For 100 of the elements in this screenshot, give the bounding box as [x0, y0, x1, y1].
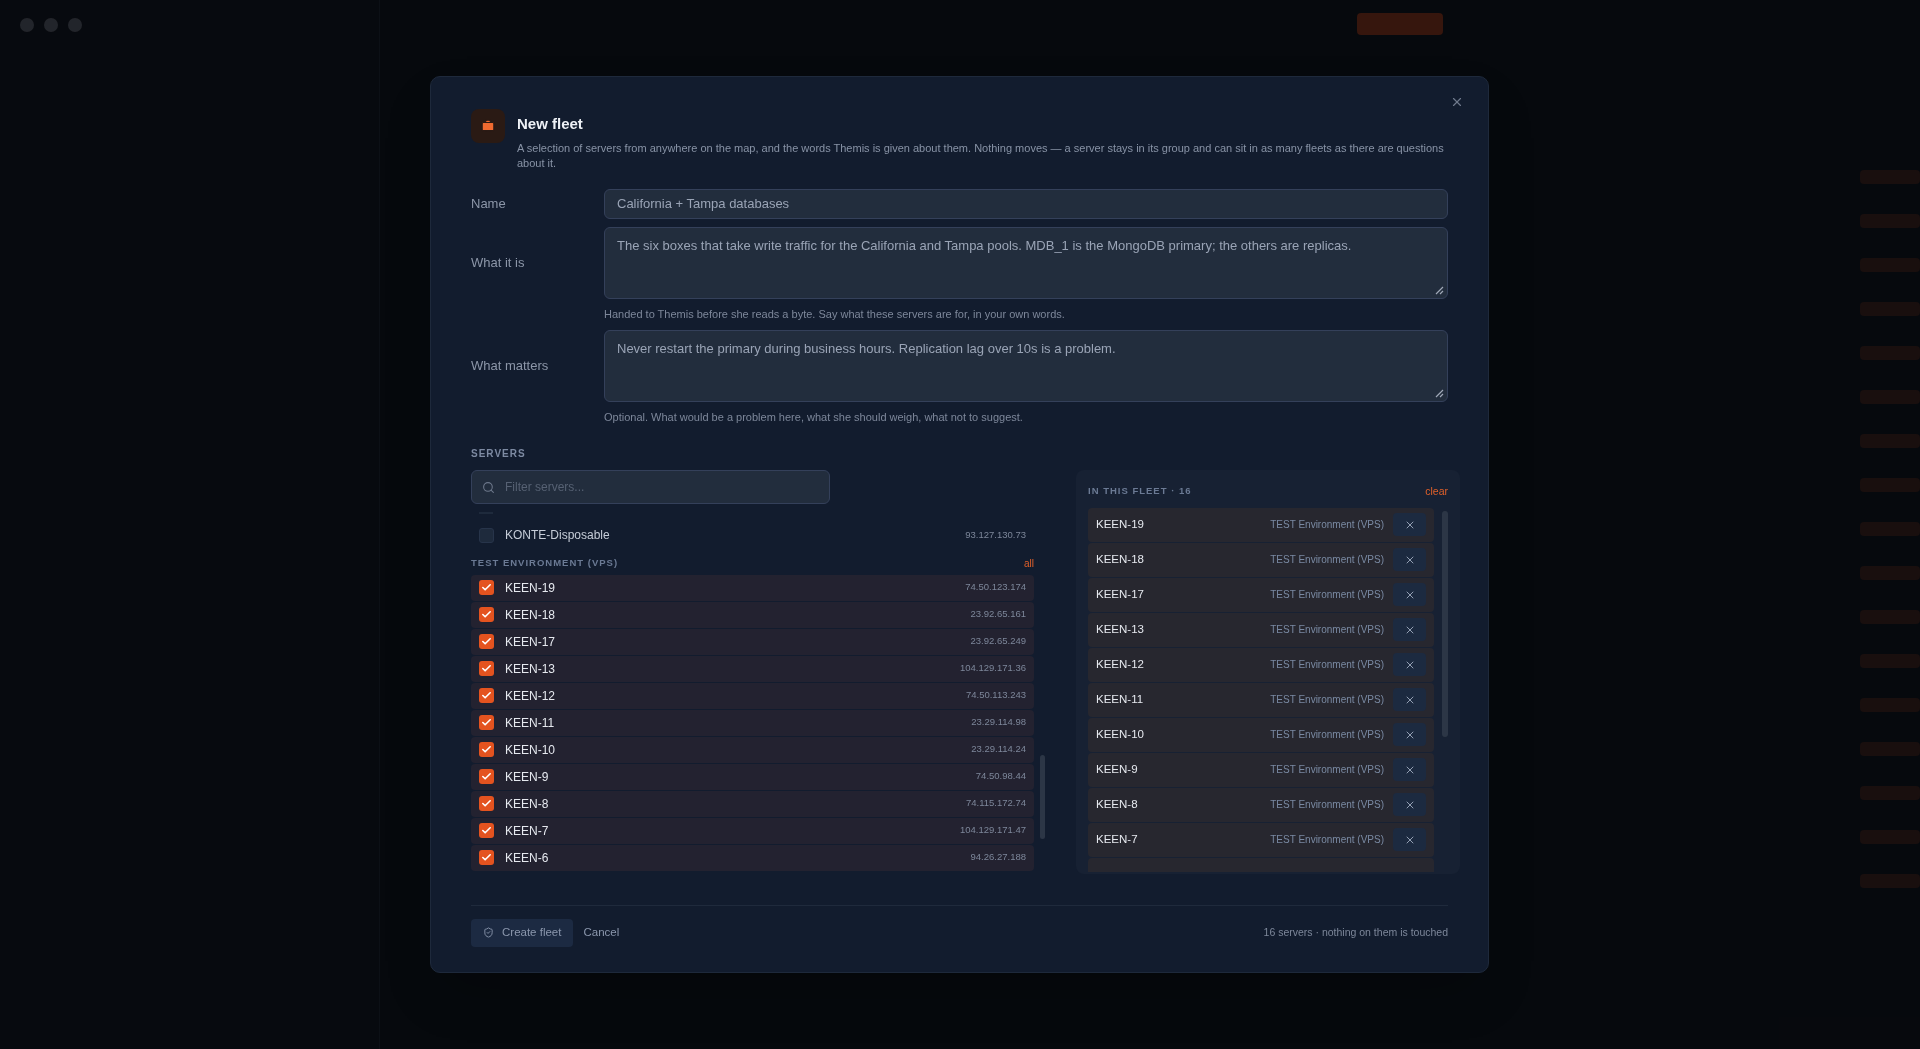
field-label: What matters — [471, 357, 550, 376]
server-row[interactable]: KEEN-7 104.129.171.47 — [471, 817, 1034, 844]
server-row[interactable]: KEEN-11 23.29.114.98 — [471, 709, 1034, 736]
server-row[interactable]: KEEN-10 23.29.114.24 — [471, 736, 1034, 763]
server-name: KEEN-19 — [1096, 516, 1145, 532]
server-name: KEEN-9 — [505, 768, 550, 786]
server-name: KEEN-12 — [505, 687, 557, 705]
server-name: KEEN-7 — [505, 822, 550, 840]
field-hint: Handed to Themis before she reads a byte. Say what these servers are for, in your own words. — [604, 306, 1066, 322]
server-name: KONTE-Disposable — [505, 527, 611, 544]
server-group: TEST Environment (VPS) — [1270, 587, 1384, 602]
server-group: TEST Environment (VPS) — [1270, 727, 1384, 742]
server-ip: 74.50.113.243 — [965, 688, 1026, 703]
server-group: TEST Environment (VPS) — [1270, 692, 1384, 707]
server-group: TEST Environment (VPS) — [1270, 517, 1384, 532]
server-group: TEST Environment (VPS) — [1270, 657, 1384, 672]
server-ip: 94.26.27.188 — [970, 850, 1026, 865]
server-row[interactable]: KEEN-17 23.92.65.249 — [471, 628, 1034, 655]
remove-button[interactable] — [1393, 583, 1426, 606]
checkbox[interactable] — [479, 580, 494, 595]
remove-button[interactable] — [1393, 758, 1426, 781]
create-fleet-button[interactable]: Create fleet — [471, 918, 574, 947]
search-icon — [482, 480, 495, 494]
shield-icon — [483, 927, 494, 938]
check-icon — [481, 717, 492, 728]
clear-link[interactable]: clear — [1425, 483, 1448, 500]
remove-button[interactable] — [1393, 513, 1426, 536]
resize-handle-icon[interactable] — [1435, 389, 1444, 398]
checkbox[interactable] — [479, 661, 494, 676]
checkbox[interactable] — [479, 796, 494, 811]
server-name: KEEN-11 — [1096, 691, 1145, 707]
checkbox[interactable] — [479, 850, 494, 865]
server-ip: 23.29.114.24 — [971, 742, 1026, 757]
check-icon — [481, 690, 492, 701]
server-name: KEEN-8 — [1096, 796, 1139, 812]
remove-button[interactable] — [1393, 688, 1426, 711]
server-row[interactable]: KEEN-18 23.92.65.161 — [471, 601, 1034, 628]
remove-button[interactable] — [1393, 618, 1426, 641]
server-name: KEEN-9 — [1096, 761, 1139, 777]
server-name: KEEN-8 — [505, 795, 550, 813]
server-ip: 23.92.65.249 — [970, 634, 1026, 649]
checkbox[interactable] — [479, 688, 494, 703]
check-icon — [481, 609, 492, 620]
text-area[interactable]: Never restart the primary during business hours. Replication lag over 10s is a problem. — [604, 330, 1448, 402]
server-name: KEEN-13 — [505, 660, 557, 678]
remove-button[interactable] — [1393, 828, 1426, 851]
server-ip: 74.50.123.174 — [965, 580, 1026, 595]
remove-button[interactable] — [1393, 548, 1426, 571]
field-label: What it is — [471, 253, 526, 272]
check-icon — [481, 663, 492, 674]
server-row[interactable]: KEEN-12 74.50.113.243 — [471, 682, 1034, 709]
close-icon[interactable] — [1450, 95, 1464, 109]
server-ip: 104.129.171.36 — [959, 661, 1026, 676]
check-icon — [481, 744, 492, 755]
server-ip: 74.50.98.44 — [975, 769, 1026, 784]
text-field[interactable]: California + Tampa databases — [604, 188, 1448, 219]
remove-button[interactable] — [1393, 653, 1426, 676]
dialog-description: A selection of servers from anywhere on the map, and the words Themis is given about them. Nothing moves — a server stays in its group and can sit in as many fleets as there are questions about it. — [517, 140, 1445, 171]
server-name: KEEN-10 — [1096, 726, 1145, 742]
server-name: KEEN-12 — [1096, 656, 1145, 672]
scrollbar[interactable] — [1040, 754, 1045, 839]
server-group: TEST Environment (VPS) — [1270, 622, 1384, 637]
select-all-link[interactable]: all — [1024, 556, 1034, 571]
server-ip: 23.92.65.161 — [970, 607, 1026, 622]
group-heading: TEST ENVIRONMENT (VPS) — [471, 556, 619, 571]
remove-button[interactable] — [1393, 723, 1426, 746]
check-icon — [481, 852, 492, 863]
checkbox[interactable] — [479, 769, 494, 784]
server-name: KEEN-6 — [505, 849, 550, 867]
server-row[interactable]: KEEN-8 74.115.172.74 — [471, 790, 1034, 817]
server-row[interactable]: KEEN-6 94.26.27.188 — [471, 844, 1034, 871]
server-ip: 23.29.114.98 — [971, 715, 1026, 730]
server-name: KEEN-18 — [505, 606, 557, 624]
checkbox[interactable] — [479, 715, 494, 730]
server-group: TEST Environment (VPS) — [1270, 762, 1384, 777]
cancel-button[interactable]: Cancel — [583, 923, 620, 942]
server-ip: 93.127.130.73 — [965, 527, 1026, 542]
server-ip: 74.115.172.74 — [965, 796, 1026, 811]
server-name: KEEN-17 — [505, 633, 557, 651]
resize-handle-icon[interactable] — [1435, 285, 1444, 295]
server-row[interactable]: KEEN-19 74.50.123.174 — [471, 574, 1034, 601]
server-name: KEEN-17 — [1096, 586, 1145, 602]
checkbox[interactable] — [479, 607, 494, 622]
check-icon — [481, 582, 492, 593]
server-group: TEST Environment (VPS) — [1270, 797, 1384, 812]
text-area[interactable]: The six boxes that take write traffic for the California and Tampa pools. MDB_1 is the MongoDB primary; the others are replicas. — [604, 226, 1448, 299]
server-ip: 104.129.171.47 — [959, 823, 1026, 838]
remove-button[interactable] — [1393, 793, 1426, 816]
server-name: KEEN-11 — [505, 714, 556, 732]
field-hint: Optional. What would be a problem here, what she should weigh, what not to suggest. — [604, 410, 1024, 425]
checkbox[interactable] — [479, 823, 494, 838]
server-row[interactable]: KEEN-9 74.50.98.44 — [471, 763, 1034, 790]
section-heading: SERVERS — [471, 446, 527, 461]
checkbox[interactable] — [479, 742, 494, 757]
server-row[interactable]: KEEN-13 104.129.171.36 — [471, 655, 1034, 682]
field-label: Name — [471, 194, 507, 213]
server-group: TEST Environment (VPS) — [1270, 552, 1384, 567]
server-name: KEEN-18 — [1096, 551, 1145, 567]
checkbox[interactable] — [479, 527, 494, 543]
checkbox[interactable] — [479, 634, 494, 649]
